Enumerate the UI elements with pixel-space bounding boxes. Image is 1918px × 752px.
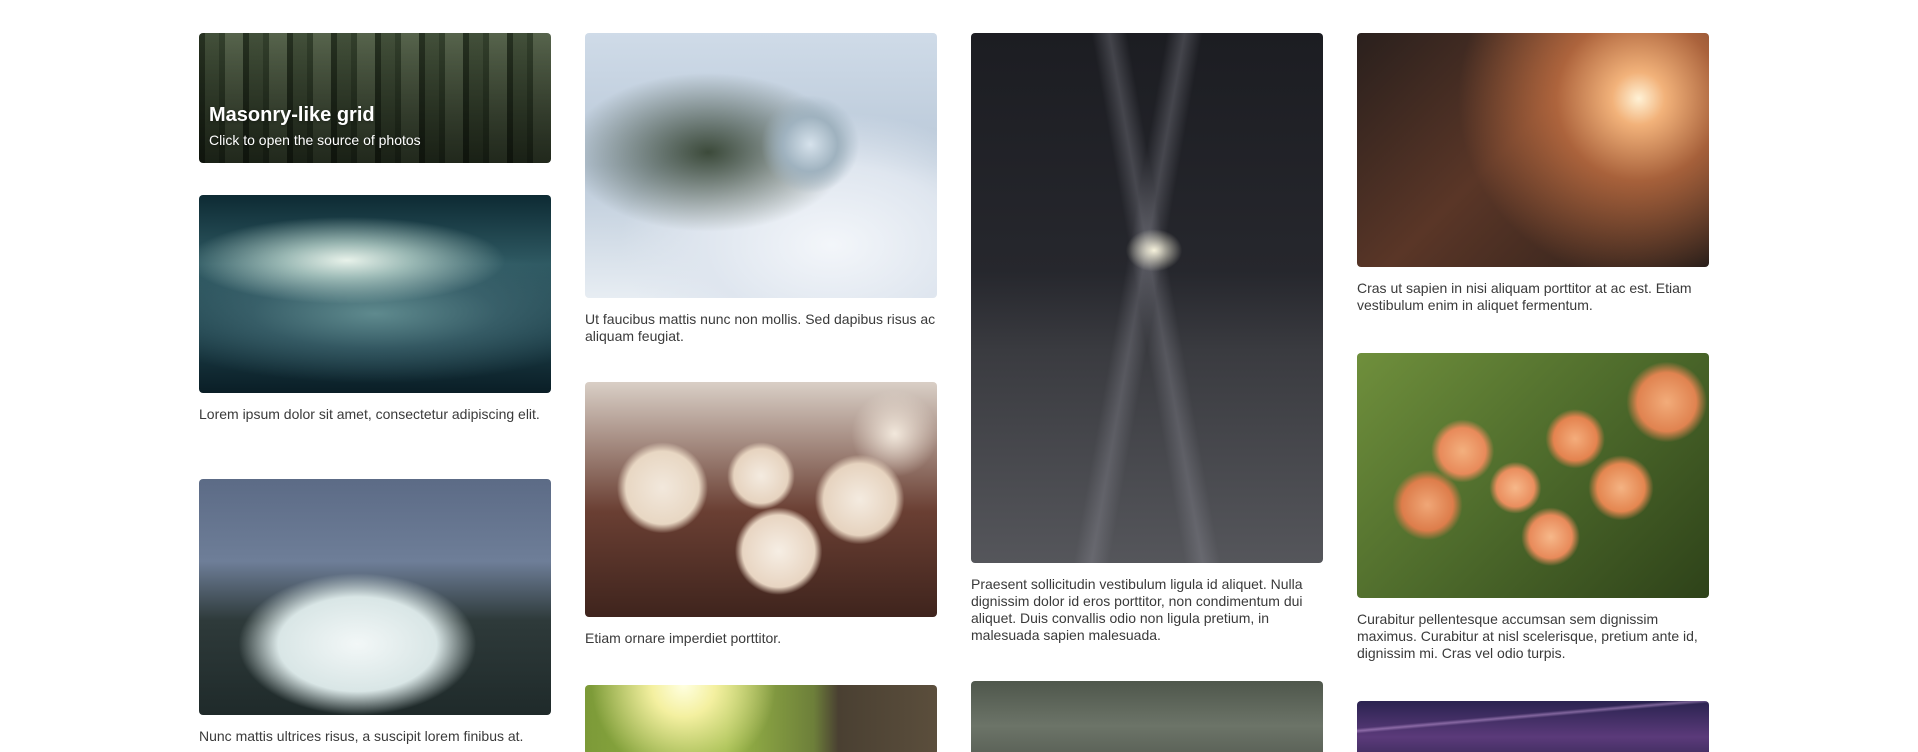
snowflake-photo[interactable] bbox=[585, 33, 937, 298]
grid-card[interactable] bbox=[585, 685, 937, 752]
grid-card[interactable]: Etiam ornare imperdiet porttitor. bbox=[585, 382, 937, 647]
card-caption: Cras ut sapien in nisi aliquam porttitor… bbox=[1357, 280, 1692, 313]
currants-photo[interactable] bbox=[1357, 353, 1709, 598]
hero-card[interactable]: Masonry-like grid Click to open the sour… bbox=[199, 33, 551, 163]
grid-card[interactable]: Lorem ipsum dolor sit amet, consectetur … bbox=[199, 195, 551, 423]
card-caption: Etiam ornare imperdiet porttitor. bbox=[585, 630, 782, 646]
grid-card[interactable]: Nunc mattis ultrices risus, a suscipit l… bbox=[199, 479, 551, 745]
hero-title: Masonry-like grid bbox=[209, 104, 375, 126]
sky-photo[interactable] bbox=[199, 195, 551, 393]
card-caption: Nunc mattis ultrices risus, a suscipit l… bbox=[199, 728, 524, 744]
writing-photo[interactable] bbox=[199, 479, 551, 715]
hero-subtitle: Click to open the source of photos bbox=[209, 132, 421, 148]
grid-card[interactable]: Ut faucibus mattis nunc non mollis. Sed … bbox=[585, 33, 937, 345]
grid-card[interactable]: Cras ut sapien in nisi aliquam porttitor… bbox=[1357, 33, 1709, 314]
masonry-grid-page: Masonry-like grid Click to open the sour… bbox=[0, 0, 1918, 752]
foggy-forest-photo[interactable] bbox=[971, 681, 1323, 752]
grid-card[interactable]: Praesent sollicitudin vestibulum ligula … bbox=[971, 33, 1323, 644]
hero-overlay: Masonry-like grid Click to open the sour… bbox=[209, 103, 421, 149]
bridge-photo[interactable] bbox=[1357, 701, 1709, 752]
night-street-photo[interactable] bbox=[971, 33, 1323, 563]
cupcakes-photo[interactable] bbox=[585, 382, 937, 617]
card-caption: Ut faucibus mattis nunc non mollis. Sed … bbox=[585, 311, 936, 344]
grid-card[interactable] bbox=[1357, 701, 1709, 752]
light-bulb-photo[interactable] bbox=[1357, 33, 1709, 267]
grid-card[interactable]: Curabitur pellentesque accumsan sem dign… bbox=[1357, 353, 1709, 662]
card-caption: Praesent sollicitudin vestibulum ligula … bbox=[971, 576, 1303, 643]
card-caption: Lorem ipsum dolor sit amet, consectetur … bbox=[199, 406, 540, 422]
sunlit-leaves-photo[interactable] bbox=[585, 685, 937, 752]
grid-card[interactable] bbox=[971, 681, 1323, 752]
forest-photo[interactable]: Masonry-like grid Click to open the sour… bbox=[199, 33, 551, 163]
card-caption: Curabitur pellentesque accumsan sem dign… bbox=[1357, 611, 1698, 661]
